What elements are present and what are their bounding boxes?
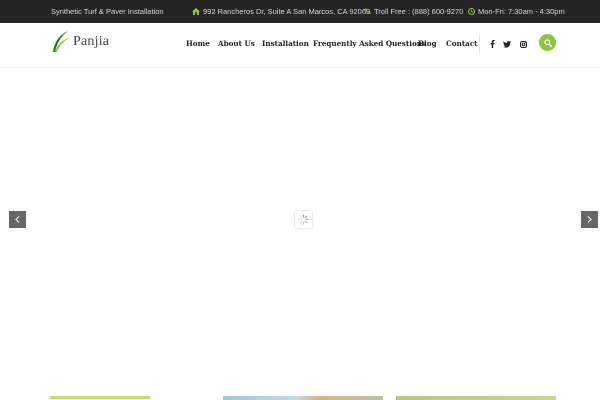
hours-info: Mon-Fri: 7:30am - 4:30pm: [468, 7, 565, 16]
home-icon: [192, 8, 200, 15]
site-header: Panjia Home About Us Installation Freque…: [0, 23, 600, 68]
search-button[interactable]: [539, 34, 556, 51]
top-bar: Synthetic Turf & Paver Installation 992 …: [0, 0, 600, 23]
section-heading-partial: [50, 396, 150, 400]
chevron-right-icon: [587, 216, 592, 223]
twitter-icon[interactable]: [502, 39, 512, 49]
phone-text[interactable]: Troll Free : (888) 600-9270: [374, 7, 463, 16]
hours-text: Mon-Fri: 7:30am - 4:30pm: [478, 7, 565, 16]
instagram-icon[interactable]: [518, 39, 528, 49]
gallery-image-2-partial: [396, 396, 556, 400]
nav-item-about-us[interactable]: About Us: [218, 39, 255, 48]
nav-item-blog[interactable]: Blog: [418, 39, 437, 48]
search-icon: [543, 38, 552, 47]
nav-divider: [479, 33, 480, 55]
nav-item-contact[interactable]: Contact: [446, 39, 477, 48]
spinner-icon: [298, 214, 309, 225]
address-info: 992 Rancheros Dr, Suite A San Marcos, CA…: [192, 7, 370, 16]
clock-icon: [468, 8, 475, 15]
slider-prev-button[interactable]: [9, 211, 26, 228]
nav-item-home[interactable]: Home: [186, 39, 210, 48]
slider-next-button[interactable]: [581, 211, 598, 228]
tagline: Synthetic Turf & Paver Installation: [51, 7, 164, 16]
chevron-left-icon: [15, 216, 20, 223]
nav-item-faq[interactable]: Frequently Asked Questions: [313, 39, 426, 48]
facebook-icon[interactable]: [487, 39, 497, 49]
nav-item-installation[interactable]: Installation: [262, 39, 309, 48]
phone-icon: [365, 8, 371, 14]
address-text: 992 Rancheros Dr, Suite A San Marcos, CA…: [203, 7, 371, 16]
gallery-image-1-partial: [223, 396, 383, 400]
slider-loader: [295, 211, 312, 228]
phone-info: Troll Free : (888) 600-9270: [364, 7, 463, 16]
